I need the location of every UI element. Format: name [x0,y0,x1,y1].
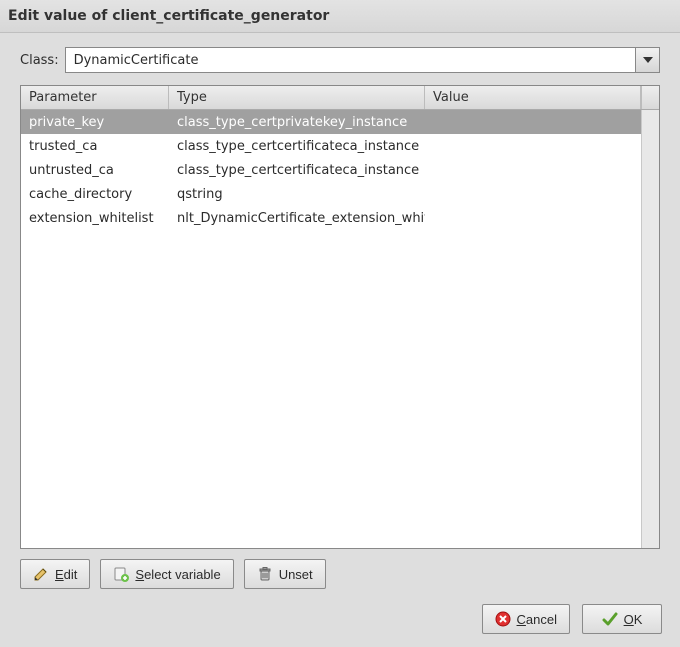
class-combobox[interactable]: DynamicCertificate [65,47,660,73]
parameter-table: Parameter Type Value private_keyclass_ty… [20,85,660,549]
vertical-scrollbar[interactable] [641,110,659,548]
table-row[interactable]: extension_whitelistnlt_DynamicCertificat… [21,206,641,230]
trash-icon [257,566,273,582]
cancel-icon [495,611,511,627]
window-title: Edit value of client_certificate_generat… [8,8,329,24]
select-variable-button-label: Select variable [135,567,220,582]
table-row[interactable]: trusted_caclass_type_certcertificateca_i… [21,134,641,158]
cell-parameter: trusted_ca [21,139,169,154]
cell-type: qstring [169,187,425,202]
ok-button[interactable]: OK [582,604,662,634]
class-combobox-value: DynamicCertificate [66,48,635,72]
col-header-parameter[interactable]: Parameter [21,86,169,109]
table-header-row: Parameter Type Value [21,86,659,110]
col-header-type[interactable]: Type [169,86,425,109]
cell-type: class_type_certcertificateca_instance [169,163,425,178]
table-row[interactable]: cache_directoryqstring [21,182,641,206]
col-header-value[interactable]: Value [425,86,641,109]
cancel-button[interactable]: Cancel [482,604,570,634]
class-label: Class: [20,53,59,68]
table-rows-container: private_keyclass_type_certprivatekey_ins… [21,110,641,548]
unset-button-label: Unset [279,567,313,582]
cell-parameter: private_key [21,115,169,130]
cell-type: class_type_certprivatekey_instance [169,115,425,130]
cell-type: nlt_DynamicCertificate_extension_whiteli… [169,211,425,226]
table-body: private_keyclass_type_certprivatekey_ins… [21,110,659,548]
add-variable-icon [113,566,129,582]
cancel-button-label: Cancel [517,612,557,627]
table-row[interactable]: untrusted_caclass_type_certcertificateca… [21,158,641,182]
edit-button-label: Edit [55,567,77,582]
titlebar: Edit value of client_certificate_generat… [0,0,680,33]
table-row[interactable]: private_keyclass_type_certprivatekey_ins… [21,110,641,134]
col-header-scroll-spacer [641,86,659,109]
pencil-icon [33,566,49,582]
cell-parameter: cache_directory [21,187,169,202]
dialog-content: Class: DynamicCertificate Parameter Type… [0,33,680,599]
ok-button-label: OK [624,612,643,627]
chevron-down-icon [643,57,653,63]
class-combobox-dropdown-button[interactable] [635,48,659,72]
cell-type: class_type_certcertificateca_instance [169,139,425,154]
select-variable-button[interactable]: Select variable [100,559,233,589]
dialog-footer: Cancel OK [0,599,680,647]
unset-button[interactable]: Unset [244,559,326,589]
dialog-window: Edit value of client_certificate_generat… [0,0,680,647]
ok-check-icon [602,611,618,627]
cell-parameter: untrusted_ca [21,163,169,178]
class-row: Class: DynamicCertificate [20,47,660,73]
cell-parameter: extension_whitelist [21,211,169,226]
action-button-row: Edit Select variable [20,559,660,589]
edit-button[interactable]: Edit [20,559,90,589]
